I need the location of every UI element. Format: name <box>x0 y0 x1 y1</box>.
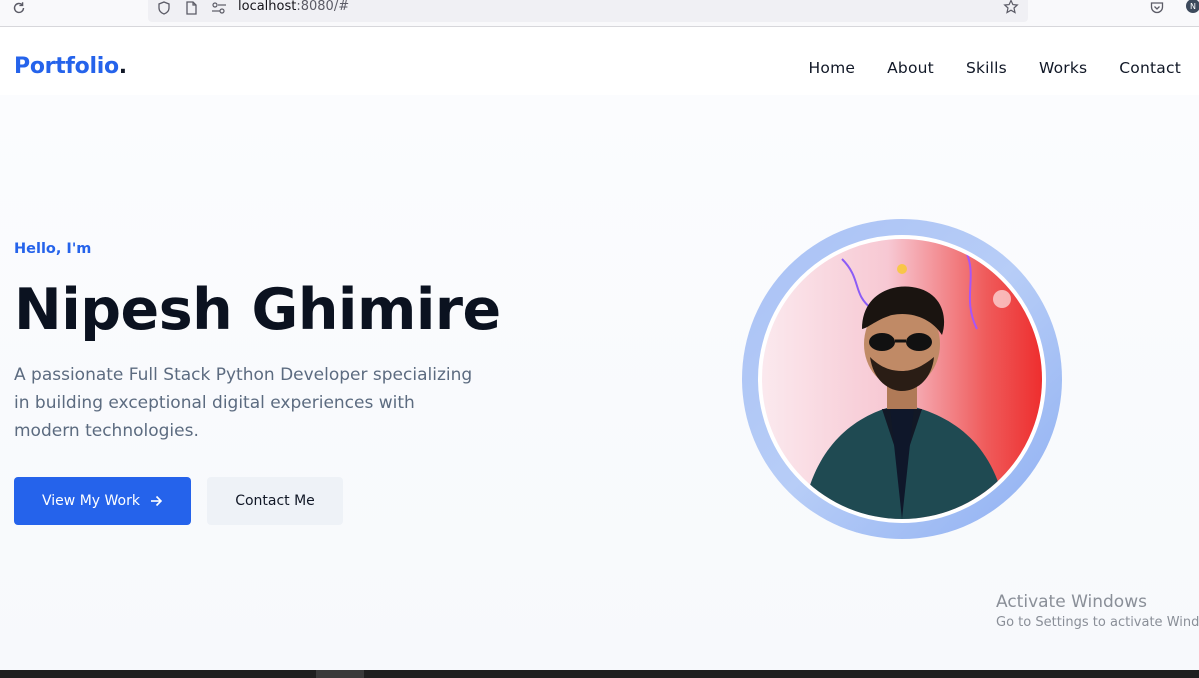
view-my-work-button[interactable]: View My Work <box>14 477 191 525</box>
profile-photo <box>758 235 1046 523</box>
account-avatar-icon[interactable]: N <box>1184 0 1199 16</box>
profile-photo-ring <box>742 219 1062 539</box>
site-permissions-icon[interactable] <box>210 0 228 16</box>
pocket-icon[interactable] <box>1148 0 1166 16</box>
tracking-protection-icon[interactable] <box>156 0 172 16</box>
profile-photo-illustration <box>802 253 1011 519</box>
reload-icon[interactable] <box>10 0 28 16</box>
nav-about[interactable]: About <box>887 59 934 77</box>
nav-home[interactable]: Home <box>809 59 856 77</box>
nav-contact[interactable]: Contact <box>1119 59 1181 77</box>
url-bar[interactable]: localhost:8080/# <box>148 0 1028 22</box>
bookmark-star-icon[interactable] <box>1002 0 1020 15</box>
url-host: localhost <box>238 0 297 14</box>
hero-tagline: A passionate Full Stack Python Developer… <box>14 365 473 441</box>
svg-text:N: N <box>1190 2 1196 11</box>
os-taskbar <box>0 670 1199 678</box>
contact-me-button[interactable]: Contact Me <box>207 477 343 525</box>
browser-toolbar: localhost:8080/# N <box>0 0 1199 27</box>
view-my-work-label: View My Work <box>42 493 140 509</box>
hero-name: Nipesh Ghimire <box>14 277 501 343</box>
site-logo[interactable]: Portfolio. <box>14 54 127 79</box>
hero-section: Hello, I'm Nipesh Ghimire A passionate F… <box>0 95 1199 670</box>
nav-skills[interactable]: Skills <box>966 59 1007 77</box>
watermark-subtitle: Go to Settings to activate Windows. <box>996 615 1199 630</box>
contact-me-label: Contact Me <box>235 493 315 509</box>
logo-text: Portfolio <box>14 54 119 79</box>
arrow-right-icon <box>150 495 163 507</box>
watermark-title: Activate Windows <box>996 592 1147 612</box>
logo-dot: . <box>118 54 127 79</box>
url-path: :8080/# <box>296 0 350 14</box>
url-text[interactable]: localhost:8080/# <box>238 0 349 14</box>
hero-greeting: Hello, I'm <box>14 241 92 257</box>
main-nav: Home About Skills Works Contact <box>809 59 1181 77</box>
nav-works[interactable]: Works <box>1039 59 1087 77</box>
taskbar-app-button[interactable] <box>316 670 364 678</box>
windows-activation-watermark: Activate Windows Go to Settings to activ… <box>996 592 1199 630</box>
site-header: Portfolio. Home About Skills Works Conta… <box>0 27 1199 95</box>
page-icon <box>184 0 198 16</box>
